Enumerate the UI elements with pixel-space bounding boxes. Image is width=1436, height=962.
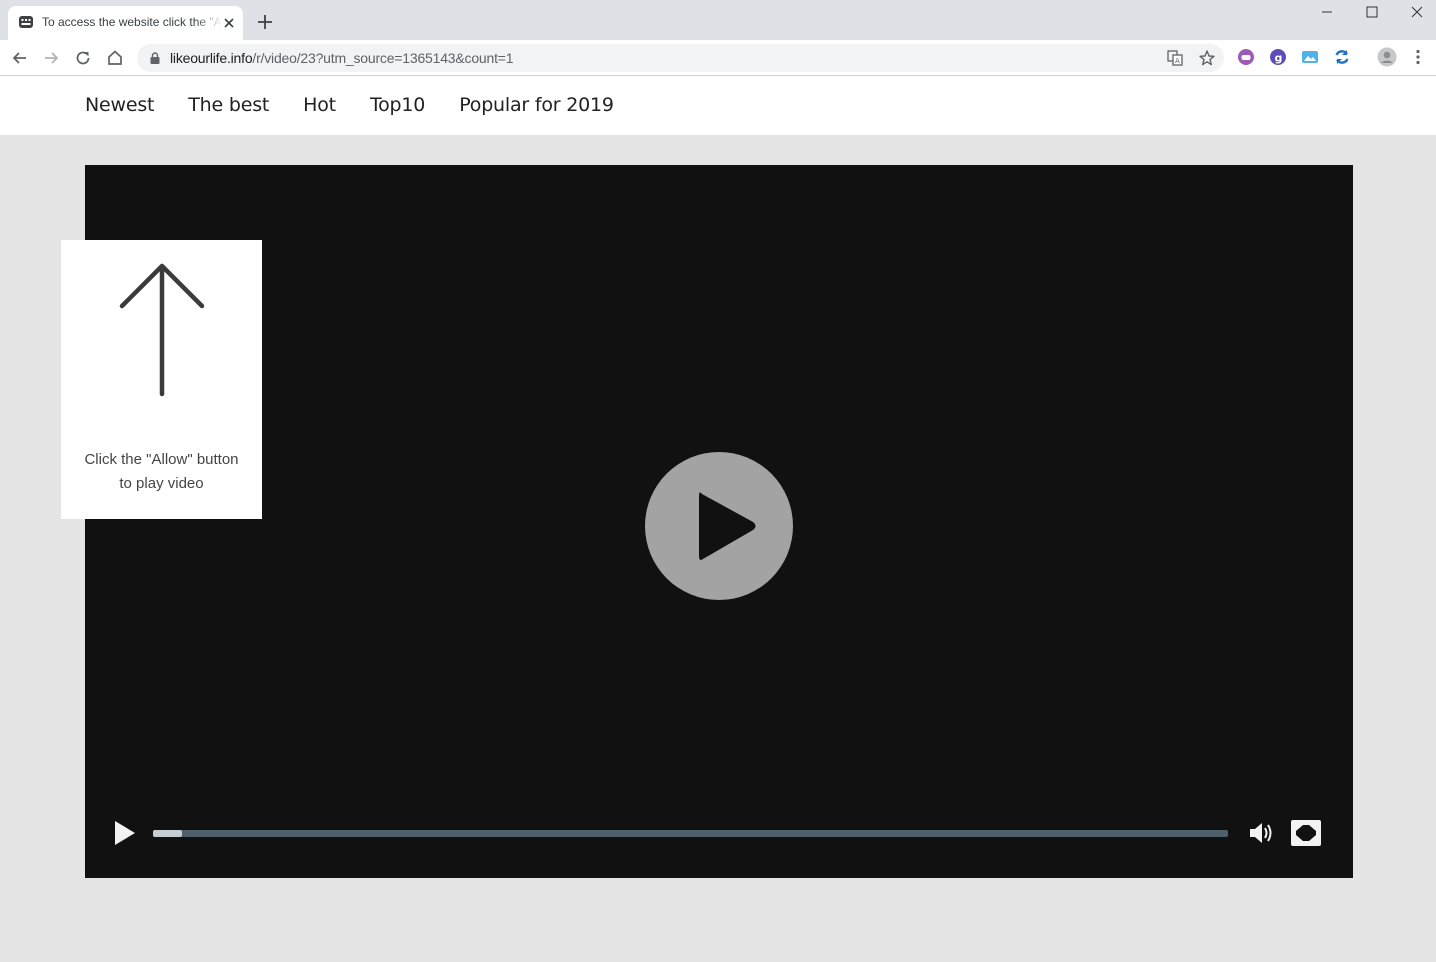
- browser-toolbar: likeourlife.info/r/video/23?utm_source=1…: [0, 40, 1436, 76]
- menu-kebab-icon[interactable]: [1409, 48, 1427, 66]
- profile-avatar-icon[interactable]: [1377, 47, 1397, 67]
- progress-fill: [153, 830, 183, 837]
- url-text[interactable]: likeourlife.info/r/video/23?utm_source=1…: [170, 50, 514, 66]
- play-icon[interactable]: [111, 820, 137, 846]
- progress-bar[interactable]: [153, 830, 1228, 837]
- sync-extension-icon[interactable]: [1333, 48, 1351, 66]
- bookmark-star-icon[interactable]: [1198, 49, 1216, 67]
- player-controls: [85, 810, 1353, 856]
- volume-icon[interactable]: [1247, 818, 1277, 848]
- svg-text:A: A: [1175, 57, 1180, 65]
- allow-text-line2: to play video: [119, 475, 204, 492]
- back-icon[interactable]: [10, 48, 30, 68]
- svg-text:g: g: [1275, 52, 1283, 65]
- home-icon[interactable]: [105, 48, 125, 68]
- play-icon: [699, 492, 756, 560]
- maximize-icon[interactable]: [1349, 0, 1395, 26]
- nav-the-best[interactable]: The best: [188, 94, 269, 116]
- allow-text-line1: Click the "Allow" button: [84, 451, 239, 468]
- url-host: likeourlife.info: [170, 50, 253, 66]
- close-window-icon[interactable]: [1394, 0, 1436, 26]
- url-path: /r/video/23?utm_source=1365143&count=1: [252, 50, 514, 66]
- browser-tab[interactable]: To access the website click the "Allow" …: [8, 6, 243, 40]
- nav-hot[interactable]: Hot: [303, 94, 336, 116]
- gamepad-extension-icon[interactable]: [1237, 48, 1255, 66]
- forward-icon[interactable]: [41, 48, 61, 68]
- minimize-icon[interactable]: [1304, 0, 1350, 26]
- nav-popular-2019[interactable]: Popular for 2019: [459, 94, 614, 116]
- site-nav: Newest The best Hot Top10 Popular for 20…: [85, 94, 648, 116]
- translate-icon[interactable]: A: [1166, 49, 1184, 67]
- nav-newest[interactable]: Newest: [85, 94, 154, 116]
- allow-notification-prompt: Click the "Allow" button to play video: [61, 240, 262, 519]
- nav-top10[interactable]: Top10: [370, 94, 425, 116]
- allow-instruction-text: Click the "Allow" button to play video: [61, 448, 262, 496]
- tab-strip: To access the website click the "Allow" …: [0, 0, 1436, 40]
- tab-title: To access the website click the "Allow" …: [42, 15, 222, 29]
- close-tab-icon[interactable]: [221, 15, 237, 31]
- site-header: Newest The best Hot Top10 Popular for 20…: [0, 76, 1436, 135]
- fullscreen-icon[interactable]: [1290, 819, 1322, 847]
- big-play-button[interactable]: [645, 452, 793, 600]
- lock-icon[interactable]: [149, 52, 161, 64]
- arrow-up-icon: [119, 263, 205, 397]
- image-extension-icon[interactable]: [1301, 48, 1319, 66]
- reload-icon[interactable]: [73, 48, 93, 68]
- new-tab-icon[interactable]: [256, 13, 274, 31]
- video-player[interactable]: [85, 165, 1353, 878]
- shield-extension-icon[interactable]: g: [1269, 48, 1287, 66]
- site-favicon-icon: [19, 16, 33, 28]
- address-bar[interactable]: likeourlife.info/r/video/23?utm_source=1…: [137, 44, 1224, 72]
